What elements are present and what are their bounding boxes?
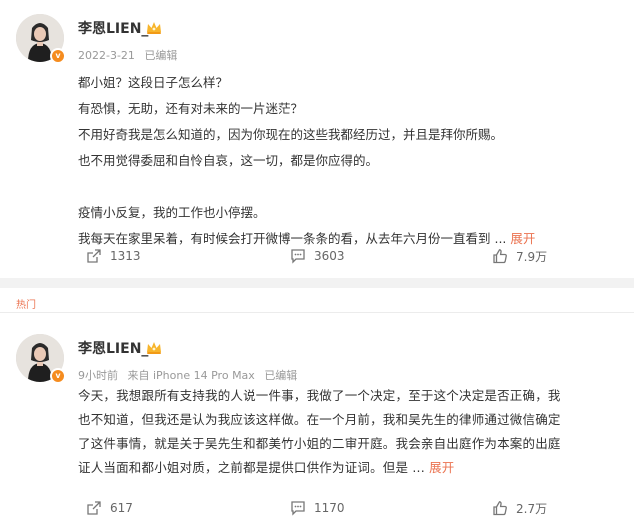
post-meta: 2022-3-21 已编辑 [78,47,177,63]
thumbs-up-icon [493,249,507,264]
repost-count: 1313 [110,249,141,263]
crown-icon [147,342,161,354]
post-source: 来自 iPhone 14 Pro Max [127,369,255,382]
action-bar: 617 1170 2.7万 [0,498,634,518]
edited-label: 已编辑 [144,49,178,62]
content-line-text: 证人当面和都小姐对质，之前都是提供口供作为证词。但是 ... [78,460,425,475]
comment-icon [291,249,305,264]
like-count: 2.7万 [516,501,548,516]
verified-badge-icon: v [50,48,66,64]
weibo-post: v 李恩LIEN_ 9小时前 来自 iPhone 14 Pro Max 已编辑 … [0,320,634,526]
comment-count: 3603 [314,249,345,263]
username[interactable]: 李恩LIEN_ [78,338,148,358]
like-count: 7.9万 [516,249,548,264]
content-line-blank [78,174,618,200]
section-divider [0,278,634,288]
section-label-hot: 热门 [16,300,36,311]
content-line: 今天，我想跟所有支持我的人说一件事，我做了一个决定，至于这个决定是否正确，我 [78,388,561,403]
comment-icon [291,501,305,516]
comment-button[interactable]: 1170 [290,498,345,518]
content-line: 都小姐？这段日子怎么样？ [78,75,229,90]
verified-badge-icon: v [50,368,66,384]
edited-label: 已编辑 [264,369,298,382]
content-line: 有恐惧，无助，还有对未来的一片迷茫？ [78,101,304,116]
username[interactable]: 李恩LIEN_ [78,18,148,38]
action-bar: 1313 3603 7.9万 [0,246,634,266]
repost-button[interactable]: 1313 [86,246,141,266]
post-meta: 9小时前 来自 iPhone 14 Pro Max 已编辑 [78,367,297,383]
expand-link[interactable]: 展开 [510,231,535,246]
repost-icon [87,501,101,515]
like-button[interactable]: 7.9万 [492,246,547,266]
weibo-post: v 李恩LIEN_ 2022-3-21 已编辑 都小姐？这段日子怎么样？ 有恐惧… [0,0,634,278]
repost-button[interactable]: 617 [86,498,133,518]
content-line: 了这件事情，就是关于吴先生和都美竹小姐的二审开庭。我会亲自出庭作为本案的出庭 [78,436,561,451]
expand-link[interactable]: 展开 [429,460,454,475]
post-content: 都小姐？这段日子怎么样？ 有恐惧，无助，还有对未来的一片迷茫？ 不用好奇我是怎么… [78,70,618,252]
divider-line [0,312,634,313]
comment-count: 1170 [314,501,345,515]
comment-button[interactable]: 3603 [290,246,345,266]
content-line: 疫情小反复，我的工作也小停摆。 [78,205,266,220]
post-content: 今天，我想跟所有支持我的人说一件事，我做了一个决定，至于这个决定是否正确，我 也… [78,384,618,480]
post-time[interactable]: 9小时前 [78,369,118,382]
content-line-text: 我每天在家里呆着，有时候会打开微博一条条的看，从去年六月份一直看到 ... [78,231,507,246]
content-line: 不用好奇我是怎么知道的，因为你现在的这些我都经历过，并且是拜你所赐。 [78,127,504,142]
thumbs-up-icon [493,501,507,516]
repost-count: 617 [110,501,133,515]
content-line: 也不用觉得委屈和自怜自哀，这一切，都是你应得的。 [78,153,379,168]
repost-icon [87,249,101,263]
content-line-last: 证人当面和都小姐对质，之前都是提供口供作为证词。但是 ... 展开 [78,456,618,480]
content-line: 也不知道，但我还是认为我应该这样做。在一个月前，我和吴先生的律师通过微信确定 [78,412,561,427]
post-time[interactable]: 2022-3-21 [78,49,135,62]
like-button[interactable]: 2.7万 [492,498,547,518]
crown-icon [147,22,161,34]
